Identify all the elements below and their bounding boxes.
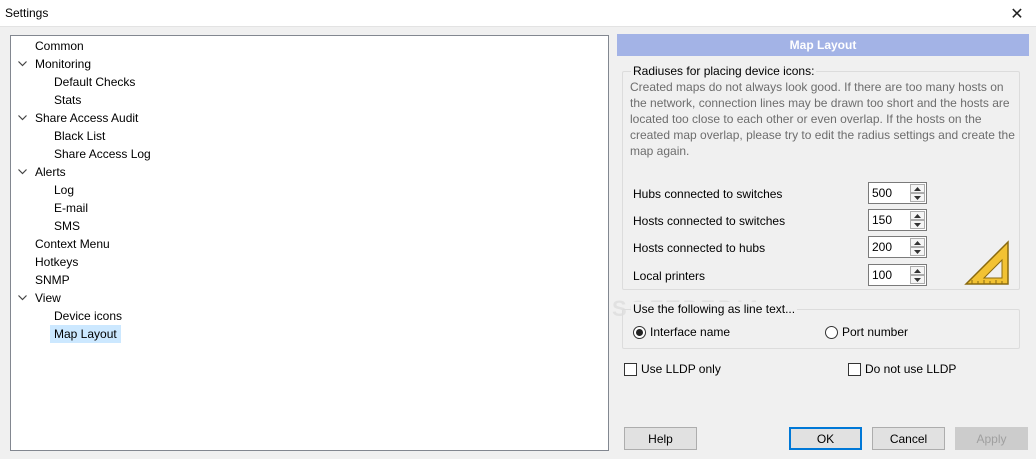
cancel-button[interactable]: Cancel: [872, 427, 945, 450]
radius-group-title: Radiuses for placing device icons:: [631, 64, 817, 78]
tree-item[interactable]: SNMP: [31, 271, 74, 289]
tree-item-label: View: [35, 291, 61, 305]
tree-item[interactable]: Common: [31, 37, 88, 55]
tree-item[interactable]: Default Checks: [50, 73, 139, 91]
checkbox-box[interactable]: [624, 362, 637, 376]
hubs-switches-spinner[interactable]: [868, 182, 927, 204]
radius-description: Created maps do not always look good. If…: [630, 80, 1015, 158]
window-title: Settings: [5, 6, 49, 20]
tree-item-label: Common: [35, 39, 84, 53]
set-square-icon: [964, 240, 1009, 285]
spin-down-button[interactable]: [910, 275, 925, 284]
help-button[interactable]: Help: [624, 427, 697, 450]
arrow-down-icon: [914, 195, 921, 200]
tree-item-label: SMS: [54, 219, 81, 233]
title-bar: Settings ✕: [0, 0, 1036, 27]
close-button[interactable]: ✕: [998, 0, 1036, 27]
checkbox-do-not-use-lldp[interactable]: Do not use LLDP: [848, 362, 956, 376]
arrow-down-icon: [914, 277, 921, 282]
tree-item[interactable]: Alerts: [17, 163, 70, 181]
radio-indicator[interactable]: [633, 325, 646, 339]
spin-down-button[interactable]: [910, 220, 925, 229]
panel-header: Map Layout: [617, 34, 1029, 56]
tree-item[interactable]: View: [17, 289, 65, 307]
chevron-down-icon[interactable]: [17, 109, 27, 127]
tree-item-label: Context Menu: [35, 237, 110, 251]
tree-item-label: Monitoring: [35, 57, 92, 71]
field-label-hosts-hubs: Hosts connected to hubs: [633, 241, 766, 255]
tree-item-label: Stats: [54, 93, 82, 107]
spin-up-button[interactable]: [910, 184, 925, 193]
tree-item[interactable]: Log: [50, 181, 78, 199]
spin-down-button[interactable]: [910, 247, 925, 256]
tree-item[interactable]: Context Menu: [31, 235, 114, 253]
local-printers-input[interactable]: [871, 267, 909, 283]
tree-item-label: Map Layout: [50, 325, 121, 343]
checkbox-label: Use LLDP only: [641, 362, 721, 376]
checkbox-box[interactable]: [848, 362, 861, 376]
tree-item[interactable]: Share Access Audit: [17, 109, 142, 127]
line-text-group-title: Use the following as line text...: [631, 302, 798, 316]
tree-item[interactable]: Hotkeys: [31, 253, 82, 271]
tree-item[interactable]: Map Layout: [50, 325, 121, 343]
spin-up-button[interactable]: [910, 211, 925, 220]
apply-button[interactable]: Apply: [955, 427, 1028, 450]
checkbox-use-lldp-only[interactable]: Use LLDP only: [624, 362, 721, 376]
tree-item-label: E-mail: [54, 201, 89, 215]
arrow-up-icon: [914, 240, 921, 245]
hosts-switches-input[interactable]: [871, 212, 909, 228]
chevron-down-icon[interactable]: [17, 289, 27, 307]
tree-item[interactable]: Monitoring: [17, 55, 95, 73]
tree-item[interactable]: Black List: [50, 127, 109, 145]
checkbox-label: Do not use LLDP: [865, 362, 957, 376]
field-label-local-printers: Local printers: [633, 269, 706, 283]
radio-indicator[interactable]: [825, 325, 838, 339]
tree-item[interactable]: Stats: [50, 91, 85, 109]
spin-up-button[interactable]: [910, 266, 925, 275]
tree-item-label: Hotkeys: [35, 255, 79, 269]
tree-item-label: Device icons: [54, 309, 123, 323]
arrow-up-icon: [914, 268, 921, 273]
spin-up-button[interactable]: [910, 238, 925, 247]
hosts-hubs-input[interactable]: [871, 239, 909, 255]
hosts-hubs-spinner[interactable]: [868, 236, 927, 258]
radio-label: Port number: [842, 325, 909, 339]
tree-item[interactable]: Device icons: [50, 307, 126, 325]
chevron-down-icon[interactable]: [17, 163, 27, 181]
close-icon: ✕: [1010, 5, 1024, 23]
tree-item[interactable]: SMS: [50, 217, 84, 235]
tree-item-label: Black List: [54, 129, 106, 143]
tree-item-label: SNMP: [35, 273, 70, 287]
local-printers-spinner[interactable]: [868, 264, 927, 286]
tree-item[interactable]: E-mail: [50, 199, 92, 217]
tree-item-label: Alerts: [35, 165, 66, 179]
arrow-down-icon: [914, 249, 921, 254]
field-label-hosts-switches: Hosts connected to switches: [633, 214, 786, 228]
arrow-down-icon: [914, 222, 921, 227]
field-label-hubs-switches: Hubs connected to switches: [633, 187, 783, 201]
hosts-switches-spinner[interactable]: [868, 209, 927, 231]
arrow-up-icon: [914, 213, 921, 218]
ok-button[interactable]: OK: [789, 427, 862, 450]
tree-item[interactable]: Share Access Log: [50, 145, 155, 163]
chevron-down-icon[interactable]: [17, 55, 27, 73]
tree-item-label: Share Access Log: [54, 147, 151, 161]
tree-item-label: Share Access Audit: [35, 111, 139, 125]
arrow-up-icon: [914, 186, 921, 191]
tree-item-label: Log: [54, 183, 75, 197]
settings-tree[interactable]: Common Monitoring Default Checks Stats Share…: [10, 35, 609, 451]
radio-label: Interface name: [650, 325, 731, 339]
hubs-switches-input[interactable]: [871, 185, 909, 201]
radio-port-number[interactable]: Port number: [825, 325, 908, 339]
tree-item-label: Default Checks: [54, 75, 136, 89]
spin-down-button[interactable]: [910, 193, 925, 202]
radio-interface-name[interactable]: Interface name: [633, 325, 730, 339]
